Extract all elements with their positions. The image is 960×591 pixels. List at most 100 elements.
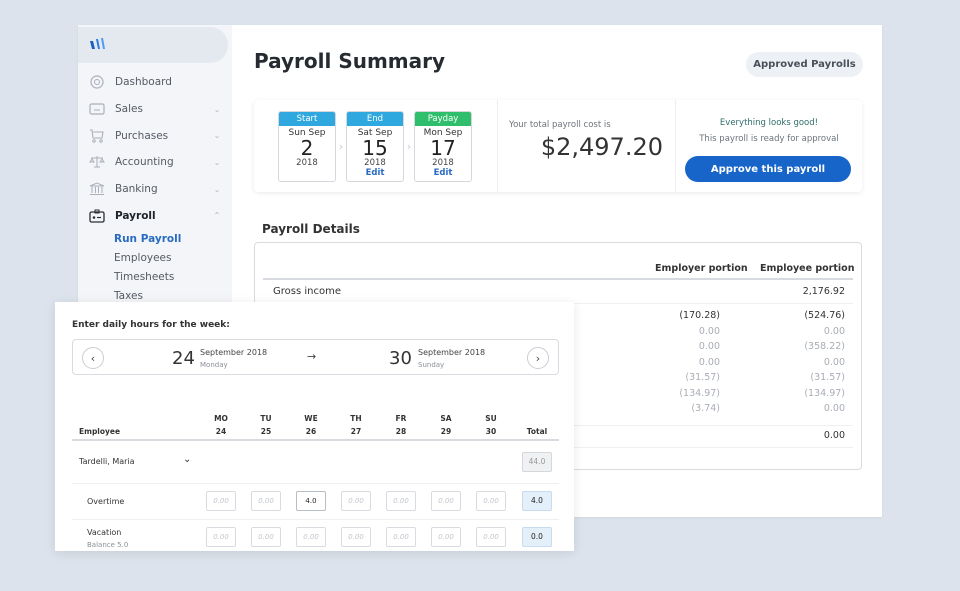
sidebar-item-banking[interactable]: Banking ⌄ (78, 176, 232, 203)
chevron-down-icon[interactable]: ⌄ (210, 158, 224, 167)
vacation-label: Vacation (87, 528, 122, 537)
sidebar-nav: Dashboard Sales ⌄ Purchases ⌄ Accounting… (78, 69, 232, 305)
hours-input[interactable]: 0.00 (296, 527, 326, 547)
date-header: 26 (305, 427, 317, 436)
date-card-header: Payday (415, 112, 471, 126)
date-header: 29 (440, 427, 452, 436)
detail-employee-value: 0.00 (823, 356, 845, 368)
detail-employee-value: (31.57) (810, 372, 845, 383)
chevron-left-icon: ‹ (90, 351, 96, 365)
status-subtitle: This payroll is ready for approval (699, 134, 839, 144)
detail-employer-value: (134.97) (679, 387, 720, 399)
total-column-header: Total (526, 427, 548, 436)
detail-employer-value: 0.00 (698, 341, 720, 352)
pay-period-dates: Start Sun Sep 2 2018 › End Sat Sep 15 20… (278, 111, 472, 182)
hours-input[interactable]: 0.00 (341, 527, 371, 547)
day-of-week-header: FR (395, 414, 407, 423)
chevron-down-icon[interactable]: ⌄ (183, 454, 191, 465)
hours-input[interactable]: 0.00 (431, 527, 461, 547)
column-header-employer: Employer portion (655, 263, 748, 274)
header-divider (72, 439, 559, 441)
vacation-balance: Balance 5.0 (87, 541, 129, 549)
hours-input[interactable]: 0.00 (341, 491, 371, 511)
arrow-right-icon: → (307, 350, 317, 363)
detail-employee-value: (524.76) (804, 310, 845, 321)
approve-payroll-button[interactable]: Approve this payroll (685, 156, 851, 182)
day-of-week-header: MO (214, 414, 228, 423)
hours-input[interactable]: 0.00 (476, 491, 506, 511)
week-start-dow: Monday (200, 361, 228, 369)
gross-income-employee: 2,176.92 (802, 286, 845, 297)
sidebar-subitem-run-payroll[interactable]: Run Payroll (78, 229, 232, 248)
hours-input[interactable]: 0.00 (251, 527, 281, 547)
detail-employer-value: 0.00 (698, 325, 720, 337)
end-date-card: End Sat Sep 15 2018 Edit (346, 111, 404, 182)
detail-employer-value: (31.57) (685, 372, 720, 383)
detail-employee-value: (358.22) (804, 341, 845, 352)
sidebar-item-purchases[interactable]: Purchases ⌄ (78, 122, 232, 149)
hours-input[interactable]: 0.00 (386, 527, 416, 547)
chevron-down-icon[interactable]: ⌄ (210, 185, 224, 194)
previous-week-button[interactable]: ‹ (82, 347, 104, 369)
dashboard-icon (88, 74, 106, 90)
week-end-dow: Sunday (418, 361, 445, 369)
day-of-week-header: SU (485, 414, 497, 423)
approved-payrolls-button[interactable]: Approved Payrolls (746, 52, 863, 77)
start-date-card: Start Sun Sep 2 2018 (278, 111, 336, 182)
status-title: Everything looks good! (719, 118, 819, 128)
date-header: 28 (395, 427, 407, 436)
edit-payday-link[interactable]: Edit (415, 168, 471, 178)
chevron-down-icon[interactable]: ⌄ (210, 105, 224, 114)
logo-bar[interactable] (78, 27, 228, 63)
payroll-summary-card: Start Sun Sep 2 2018 › End Sat Sep 15 20… (254, 100, 862, 192)
payroll-details-title: Payroll Details (262, 222, 360, 236)
week-navigator: ‹ 24 September 2018 Monday → 30 Septembe… (72, 339, 559, 375)
day-of-week-header: TU (260, 414, 272, 423)
date-card-header: Start (279, 112, 335, 126)
week-end-day: 30 (389, 348, 412, 369)
detail-employee-value: 0.00 (823, 325, 845, 337)
bank-icon (88, 181, 106, 197)
credit-card-icon (88, 101, 106, 117)
chevron-right-icon: › (535, 351, 541, 365)
chevron-up-icon[interactable]: ⌃ (210, 211, 224, 220)
employee-column-header: Employee (79, 427, 121, 436)
scales-icon (88, 154, 106, 170)
hours-input[interactable]: 0.00 (386, 491, 416, 511)
employee-name: Tardelli, Maria (79, 457, 135, 466)
total-cost-label: Your total payroll cost is (509, 120, 611, 130)
column-header-employee: Employee portion (760, 263, 855, 274)
sidebar-item-payroll[interactable]: Payroll ⌃ (78, 202, 232, 229)
date-header: 30 (485, 427, 497, 436)
sidebar-item-sales[interactable]: Sales ⌄ (78, 96, 232, 123)
page-title: Payroll Summary (254, 49, 446, 73)
hours-input[interactable]: 0.00 (206, 491, 236, 511)
header-divider (263, 278, 853, 280)
week-start-day: 24 (172, 348, 195, 369)
hours-input[interactable]: 4.0 (296, 491, 326, 511)
cart-icon (88, 128, 106, 144)
detail-employer-value: (170.28) (679, 310, 720, 321)
sidebar-item-dashboard[interactable]: Dashboard (78, 69, 232, 96)
hours-input[interactable]: 0.00 (251, 491, 281, 511)
wix-logo-icon (88, 36, 110, 55)
sidebar-item-accounting[interactable]: Accounting ⌄ (78, 149, 232, 176)
chevron-right-icon: › (338, 140, 344, 153)
edit-end-date-link[interactable]: Edit (347, 168, 403, 178)
next-week-button[interactable]: › (527, 347, 549, 369)
total-employee-value: 0.00 (823, 430, 845, 441)
date-header: 24 (215, 427, 227, 436)
timesheet-title: Enter daily hours for the week: (72, 320, 230, 330)
sidebar-subitem-timesheets[interactable]: Timesheets (78, 267, 232, 286)
sidebar-subitem-employees[interactable]: Employees (78, 248, 232, 267)
day-of-week-header: WE (304, 414, 318, 423)
day-of-week-header: TH (350, 414, 362, 423)
overtime-label: Overtime (87, 497, 125, 506)
chevron-down-icon[interactable]: ⌄ (210, 131, 224, 140)
payday-date-card: Payday Mon Sep 17 2018 Edit (414, 111, 472, 182)
hours-input[interactable]: 0.00 (476, 527, 506, 547)
timesheet-card: Enter daily hours for the week: ‹ 24 Sep… (55, 302, 574, 551)
date-header: 27 (350, 427, 362, 436)
hours-input[interactable]: 0.00 (431, 491, 461, 511)
hours-input[interactable]: 0.00 (206, 527, 236, 547)
